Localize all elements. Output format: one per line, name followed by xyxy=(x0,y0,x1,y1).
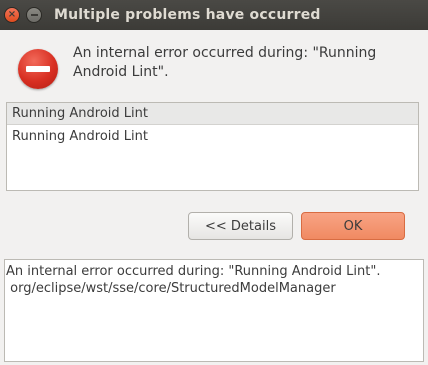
window-title: Multiple problems have occurred xyxy=(54,7,321,23)
details-text-area[interactable]: An internal error occurred during: "Runn… xyxy=(4,259,424,362)
problem-list[interactable]: Running Android Lint Running Android Lin… xyxy=(6,102,419,191)
ok-button[interactable]: OK xyxy=(301,212,405,240)
error-icon xyxy=(18,49,58,89)
window-close-button[interactable]: × xyxy=(4,7,20,23)
close-icon: × xyxy=(7,9,17,20)
title-bar: × Multiple problems have occurred xyxy=(0,0,428,30)
details-button[interactable]: << Details xyxy=(188,212,293,240)
details-line: org/eclipse/wst/sse/core/StructuredModel… xyxy=(6,281,336,296)
minimize-icon xyxy=(30,14,38,16)
window-minimize-button[interactable] xyxy=(26,7,42,23)
list-item[interactable]: Running Android Lint xyxy=(7,125,418,148)
details-line: An internal error occurred during: "Runn… xyxy=(6,264,381,279)
error-message: An internal error occurred during: "Runn… xyxy=(73,45,377,80)
problem-list-header: Running Android Lint xyxy=(7,103,418,125)
